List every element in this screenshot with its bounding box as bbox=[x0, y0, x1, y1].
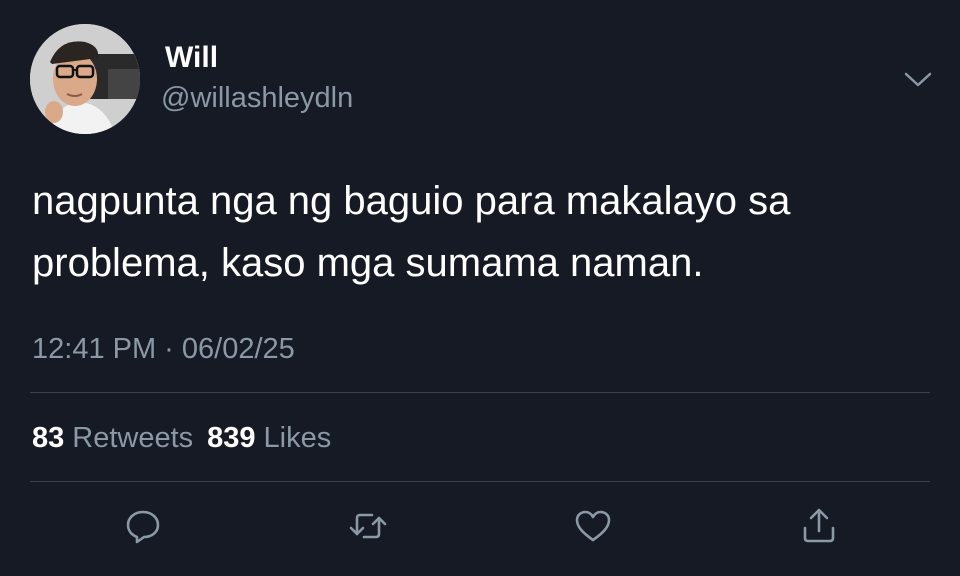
share-button[interactable] bbox=[797, 504, 841, 548]
engagement-stats: 83 Retweets 839 Likes bbox=[32, 420, 345, 456]
chevron-down-icon bbox=[904, 72, 932, 87]
reply-icon bbox=[126, 510, 160, 544]
author-avatar[interactable] bbox=[30, 24, 140, 134]
divider bbox=[30, 481, 930, 482]
retweets-stat[interactable]: 83 Retweets bbox=[32, 422, 207, 454]
tweet-card: Will @willashleydln nagpunta nga ng bagu… bbox=[0, 0, 960, 576]
avatar-image bbox=[30, 24, 140, 134]
share-icon bbox=[803, 508, 835, 543]
likes-label: Likes bbox=[263, 422, 332, 454]
tweet-text: nagpunta nga ng baguio para makalayo sa … bbox=[32, 179, 791, 285]
tweet-timestamp[interactable]: 12:41 PM · 06/02/25 bbox=[32, 331, 295, 367]
likes-count: 839 bbox=[207, 422, 256, 454]
more-options-button[interactable] bbox=[896, 62, 940, 96]
likes-stat[interactable]: 839 Likes bbox=[207, 422, 345, 454]
reply-button[interactable] bbox=[121, 504, 165, 548]
retweets-label: Retweets bbox=[72, 422, 194, 454]
author-handle[interactable]: @willashleydln bbox=[161, 80, 353, 116]
retweet-icon bbox=[349, 513, 387, 539]
divider bbox=[30, 392, 930, 393]
retweets-count: 83 bbox=[32, 422, 65, 454]
like-button[interactable] bbox=[571, 504, 615, 548]
heart-icon bbox=[575, 510, 611, 542]
retweet-button[interactable] bbox=[346, 504, 390, 548]
author-name[interactable]: Will bbox=[165, 40, 218, 76]
